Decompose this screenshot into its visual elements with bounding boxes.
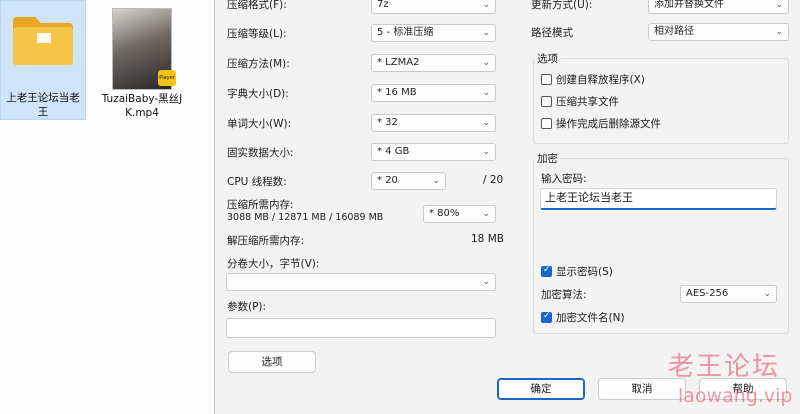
delete-checkbox[interactable] xyxy=(541,118,552,129)
desktop-video-item[interactable]: Player TuzaiBaby-黑丝JK.mp4 xyxy=(100,0,184,119)
dict-select[interactable]: * 16 MB ⌄ xyxy=(371,84,496,102)
update-select[interactable]: 添加并替换文件 ⌄ xyxy=(648,0,789,14)
update-label: 更新方式(U): xyxy=(531,0,593,11)
chevron-down-icon: ⌄ xyxy=(482,209,490,219)
algo-label: 加密算法: xyxy=(541,289,587,301)
options-button[interactable]: 选项 xyxy=(228,351,316,373)
chevron-down-icon: ⌄ xyxy=(763,289,771,299)
chevron-down-icon: ⌄ xyxy=(775,0,783,10)
folder-label: 上老王论坛当老王 xyxy=(6,92,80,118)
desktop: 上老王论坛当老王 Player TuzaiBaby-黑丝JK.mp4 xyxy=(0,0,214,414)
word-select[interactable]: * 32 ⌄ xyxy=(371,114,496,132)
path-select[interactable]: 相对路径 ⌄ xyxy=(648,23,789,41)
chevron-down-icon: ⌄ xyxy=(482,147,490,157)
help-button[interactable]: 帮助 xyxy=(699,378,787,400)
chevron-down-icon: ⌄ xyxy=(482,0,490,10)
sfx-checkbox[interactable] xyxy=(541,74,552,85)
video-badge-icon: Player xyxy=(158,70,176,86)
dict-label: 字典大小(D): xyxy=(227,88,289,100)
cancel-button[interactable]: 取消 xyxy=(598,378,686,400)
chevron-down-icon: ⌄ xyxy=(482,277,490,287)
decomp-value: 18 MB xyxy=(471,233,504,245)
word-label: 单词大小(W): xyxy=(227,118,292,130)
options-group-title: 选项 xyxy=(534,51,561,66)
chevron-down-icon: ⌄ xyxy=(482,28,490,38)
mem-label: 压缩所需内存: xyxy=(227,199,294,211)
chevron-down-icon: ⌄ xyxy=(482,58,490,68)
add-to-archive-dialog: 压缩格式(F): 7z ⌄ 压缩等级(L): 5 - 标准压缩 ⌄ 压缩方法(M):… xyxy=(214,0,800,414)
show-password-checkbox[interactable] xyxy=(541,265,552,277)
folder-icon xyxy=(13,17,73,65)
volume-combobox[interactable]: ⌄ xyxy=(226,273,496,291)
algo-select[interactable]: AES-256 ⌄ xyxy=(680,285,777,303)
decomp-label: 解压缩所需内存: xyxy=(227,235,305,247)
show-password-label[interactable]: 显示密码(S) xyxy=(556,264,613,279)
shared-checkbox[interactable] xyxy=(541,96,552,107)
mem-select[interactable]: * 80% ⌄ xyxy=(423,205,496,223)
encrypt-names-checkbox[interactable] xyxy=(541,311,552,323)
level-label: 压缩等级(L): xyxy=(227,28,287,40)
password-input[interactable]: 上老王论坛当老王 xyxy=(540,188,777,210)
method-label: 压缩方法(M): xyxy=(227,58,290,70)
format-label: 压缩格式(F): xyxy=(227,0,287,11)
mem-detail: 3088 MB / 12871 MB / 16089 MB xyxy=(227,212,384,223)
desktop-folder-item[interactable]: 上老王论坛当老王 xyxy=(0,0,86,120)
encrypt-names-label[interactable]: 加密文件名(N) xyxy=(556,310,625,325)
chevron-down-icon: ⌄ xyxy=(482,118,490,128)
shared-label[interactable]: 压缩共享文件 xyxy=(556,94,619,109)
delete-label[interactable]: 操作完成后删除源文件 xyxy=(556,116,661,131)
encryption-group-title: 加密 xyxy=(534,151,561,166)
params-label: 参数(P): xyxy=(227,301,267,313)
path-label: 路径模式 xyxy=(531,27,573,39)
password-label: 输入密码: xyxy=(541,173,587,185)
chevron-down-icon: ⌄ xyxy=(432,176,440,186)
method-select[interactable]: * LZMA2 ⌄ xyxy=(371,54,496,72)
cpu-label: CPU 线程数: xyxy=(227,176,287,188)
level-select[interactable]: 5 - 标准压缩 ⌄ xyxy=(371,24,496,42)
sfx-label[interactable]: 创建自释放程序(X) xyxy=(556,72,645,87)
ok-button[interactable]: 确定 xyxy=(497,378,585,400)
chevron-down-icon: ⌄ xyxy=(775,27,783,37)
cpu-max: / 20 xyxy=(483,174,504,186)
video-label: TuzaiBaby-黑丝JK.mp4 xyxy=(101,93,183,119)
format-select[interactable]: 7z ⌄ xyxy=(371,0,496,14)
params-input[interactable] xyxy=(226,318,496,338)
cpu-select[interactable]: * 20 ⌄ xyxy=(371,172,446,190)
solid-label: 固实数据大小: xyxy=(227,147,294,159)
chevron-down-icon: ⌄ xyxy=(482,88,490,98)
solid-select[interactable]: * 4 GB ⌄ xyxy=(371,143,496,161)
volume-label: 分卷大小，字节(V): xyxy=(227,258,320,270)
